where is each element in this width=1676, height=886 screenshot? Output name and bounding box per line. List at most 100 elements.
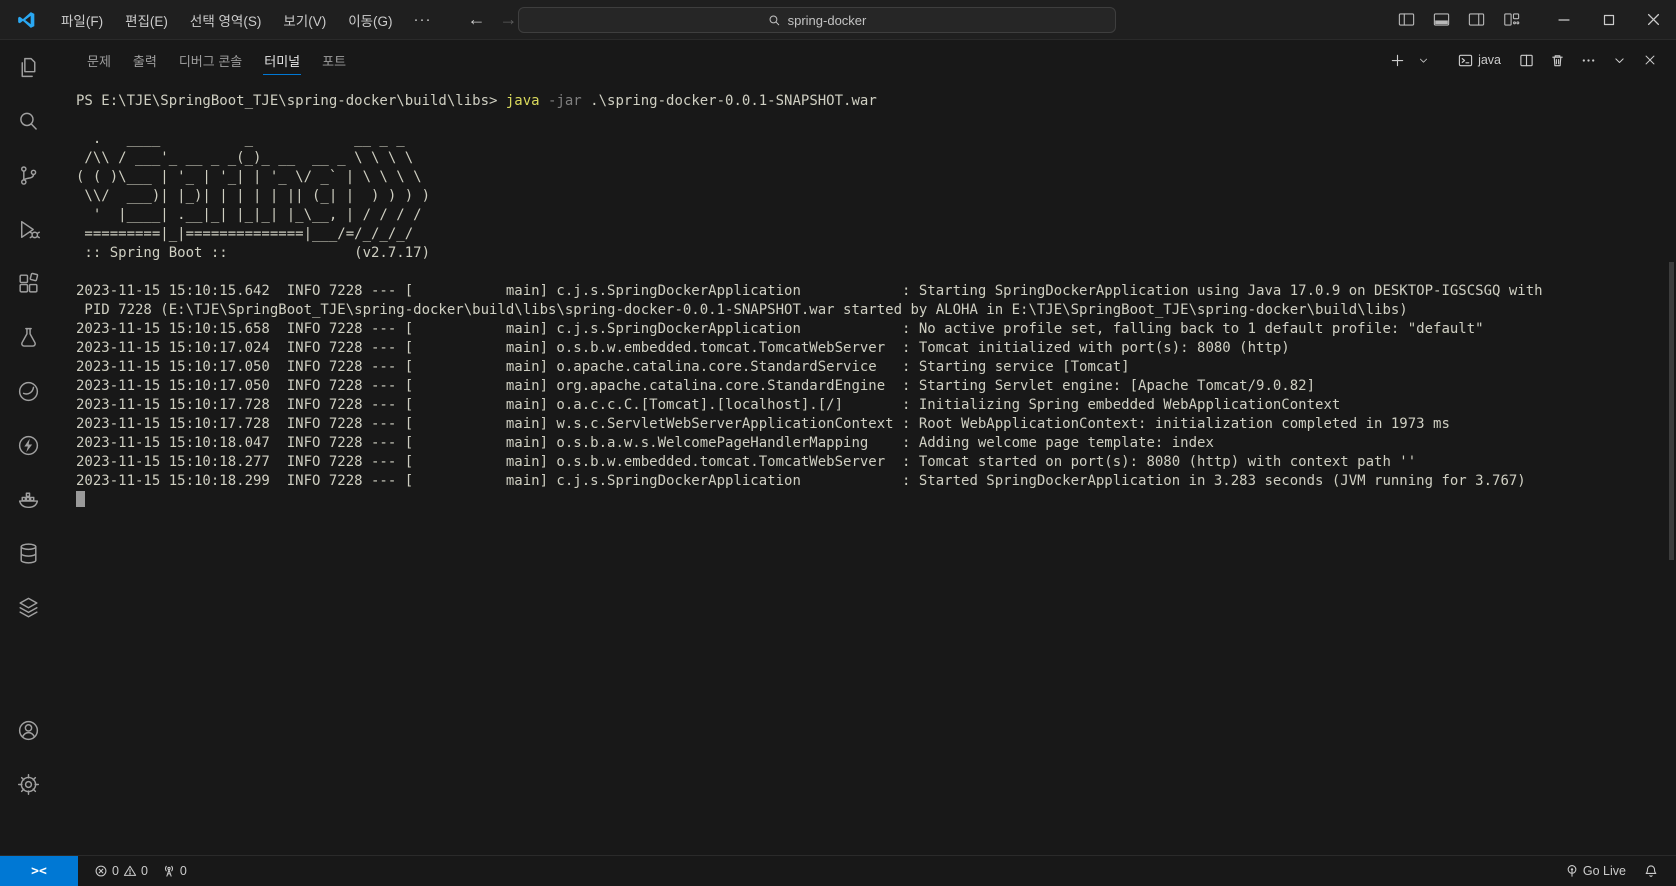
thunder-client-icon <box>18 435 38 455</box>
search-icon <box>19 112 37 130</box>
tab-ports[interactable]: 포트 <box>311 40 357 80</box>
maximize-button[interactable] <box>1586 0 1631 39</box>
split-terminal-button[interactable] <box>1514 48 1538 72</box>
activity-run-debug[interactable] <box>15 216 41 242</box>
minimize-button[interactable] <box>1541 0 1586 39</box>
activity-bar-bottom <box>15 717 41 855</box>
activity-thunder-client[interactable] <box>15 432 41 458</box>
panel-header: 문제 출력 디버그 콘솔 터미널 포트 java <box>56 40 1676 80</box>
menu-bar: 파일(F) 편집(E) 선택 영역(S) 보기(V) 이동(G) ··· <box>50 0 442 39</box>
explorer-icon <box>21 57 35 77</box>
remote-indicator[interactable]: >< <box>0 856 78 886</box>
maximize-panel-button[interactable] <box>1607 48 1631 72</box>
warning-icon <box>123 865 137 876</box>
notifications-button[interactable] <box>1638 864 1664 878</box>
kill-terminal-button[interactable] <box>1545 48 1569 72</box>
terminal-list-item-java[interactable]: java <box>1452 48 1507 72</box>
activity-layers[interactable] <box>15 594 41 620</box>
go-live-label: Go Live <box>1582 864 1626 878</box>
customize-layout-icon[interactable] <box>1502 10 1521 29</box>
gear-icon <box>17 773 39 795</box>
terminal-output[interactable]: PS E:\TJE\SpringBoot_TJE\spring-docker\b… <box>56 80 1676 855</box>
tab-problems[interactable]: 문제 <box>76 40 122 80</box>
activity-spring-dashboard[interactable] <box>15 378 41 404</box>
split-terminal-icon <box>1519 54 1533 66</box>
search-icon <box>769 15 779 25</box>
panel-actions: java <box>1385 48 1676 72</box>
terminal-icon <box>1458 54 1473 66</box>
launch-profile-button[interactable] <box>1416 48 1430 72</box>
menu-view[interactable]: 보기(V) <box>272 6 337 34</box>
database-icon <box>19 542 37 564</box>
prompt-argument: .\spring-docker-0.0.1-SNAPSHOT.war <box>581 93 877 109</box>
vscode-window: 파일(F) 편집(E) 선택 영역(S) 보기(V) 이동(G) ··· ← →… <box>0 0 1676 886</box>
menu-overflow[interactable]: ··· <box>404 11 442 28</box>
application-log: 2023-11-15 15:10:15.642 INFO 7228 --- [ … <box>76 283 1543 489</box>
layers-icon <box>18 597 38 617</box>
ports-count: 0 <box>179 864 187 878</box>
broadcast-icon <box>1567 865 1577 877</box>
terminal-name: java <box>1478 53 1501 67</box>
tab-debug-console[interactable]: 디버그 콘솔 <box>168 40 253 80</box>
activity-source-control[interactable] <box>15 162 41 188</box>
more-actions-button[interactable] <box>1576 48 1600 72</box>
history-nav: ← → <box>468 9 518 30</box>
chevron-down-icon <box>1419 58 1427 63</box>
menu-go[interactable]: 이동(G) <box>337 6 403 34</box>
trash-icon <box>1551 54 1563 66</box>
forward-arrow-icon[interactable]: → <box>500 9 518 30</box>
go-live-button[interactable]: Go Live <box>1559 864 1632 878</box>
testing-flask-icon <box>20 327 36 347</box>
warning-count: 0 <box>140 864 148 878</box>
layout-controls <box>1377 10 1541 29</box>
close-panel-button[interactable] <box>1638 48 1662 72</box>
menu-selection[interactable]: 선택 영역(S) <box>179 6 272 34</box>
settings-button[interactable] <box>15 771 41 797</box>
toggle-panel-icon[interactable] <box>1432 10 1451 29</box>
statusbar-right: Go Live <box>1559 864 1676 878</box>
extensions-icon <box>18 272 38 293</box>
vscode-logo-icon <box>14 8 38 32</box>
close-icon <box>1647 13 1660 26</box>
prompt-command: java <box>505 93 540 109</box>
terminal-scrollbar[interactable] <box>1669 262 1674 560</box>
account-button[interactable] <box>15 717 41 743</box>
new-terminal-button[interactable] <box>1385 48 1409 72</box>
tab-terminal[interactable]: 터미널 <box>253 40 311 80</box>
chevron-down-icon <box>1614 57 1624 63</box>
activity-extensions[interactable] <box>15 270 41 296</box>
spring-boot-banner: . ____ _ __ _ _ /\\ / ___'_ __ _ _(_)_ _… <box>76 131 431 261</box>
menu-edit[interactable]: 편집(E) <box>114 6 179 34</box>
titlebar-right <box>1377 0 1676 39</box>
search-value: spring-docker <box>787 12 867 28</box>
activity-bar <box>0 40 56 855</box>
new-terminal-icon <box>1391 54 1403 66</box>
error-count: 0 <box>112 864 119 878</box>
tab-output[interactable]: 출력 <box>122 40 168 80</box>
terminal-cursor-line <box>76 491 1676 510</box>
close-window-button[interactable] <box>1631 0 1676 39</box>
terminal-cursor <box>76 491 85 507</box>
activity-search[interactable] <box>15 108 41 134</box>
minimize-icon <box>1557 18 1570 21</box>
spring-boot-dashboard-icon <box>18 381 38 401</box>
source-control-icon <box>20 165 36 185</box>
ellipsis-icon <box>1582 58 1594 62</box>
terminal-prompt-line: PS E:\TJE\SpringBoot_TJE\spring-docker\b… <box>76 92 1676 111</box>
toggle-primary-sidebar-icon[interactable] <box>1397 10 1416 29</box>
toggle-secondary-sidebar-icon[interactable] <box>1467 10 1486 29</box>
problems-indicator[interactable]: 0 0 <box>88 864 154 878</box>
status-bar: >< 0 0 0 Go Live <box>0 855 1676 886</box>
back-arrow-icon[interactable]: ← <box>468 9 486 30</box>
activity-database[interactable] <box>15 540 41 566</box>
menu-file[interactable]: 파일(F) <box>50 6 114 34</box>
docker-icon <box>18 492 38 508</box>
activity-testing[interactable] <box>15 324 41 350</box>
ports-indicator[interactable]: 0 <box>156 864 193 878</box>
activity-docker[interactable] <box>15 486 41 512</box>
prompt-flag: -jar <box>539 93 582 109</box>
remote-icon: >< <box>31 863 47 879</box>
account-icon <box>18 720 38 740</box>
command-center-search[interactable]: spring-docker <box>518 7 1116 33</box>
activity-explorer[interactable] <box>15 54 41 80</box>
